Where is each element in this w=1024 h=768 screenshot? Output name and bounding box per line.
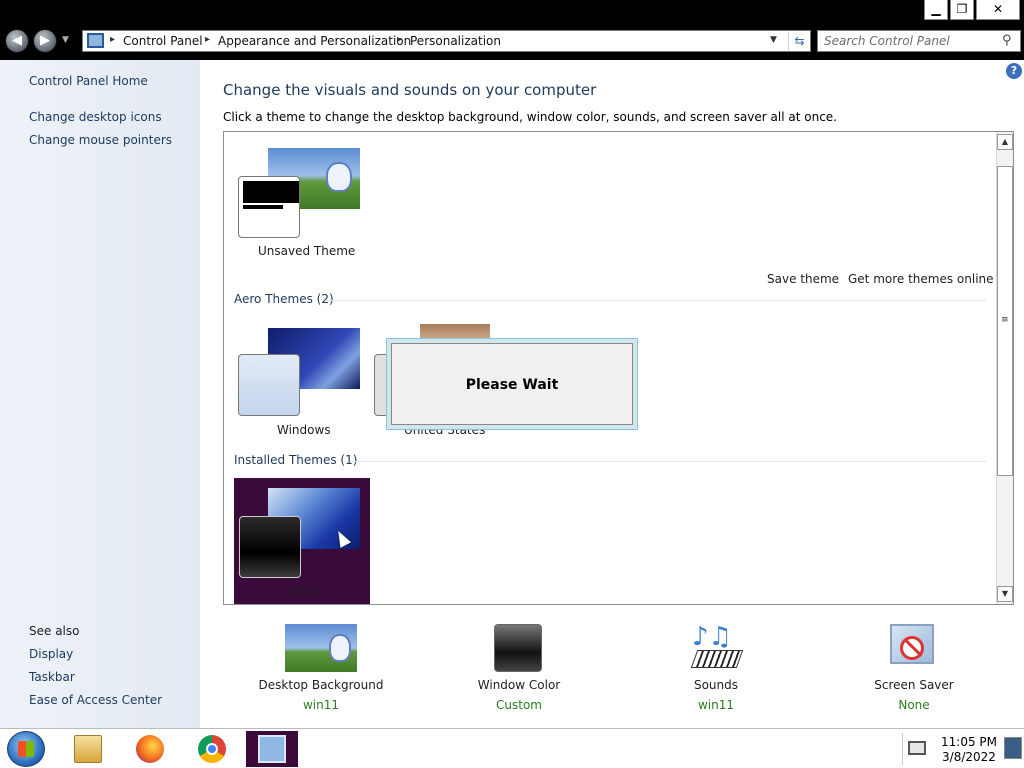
- theme-color-swatch: [239, 516, 301, 578]
- aero-themes-heading: Aero Themes (2): [234, 292, 334, 306]
- screen-saver-icon: [890, 624, 934, 664]
- search-input[interactable]: [824, 34, 994, 48]
- change-desktop-icons-link[interactable]: Change desktop icons: [29, 110, 162, 124]
- show-desktop-button[interactable]: [1004, 737, 1022, 759]
- page-subtitle: Click a theme to change the desktop back…: [223, 110, 837, 124]
- forward-button[interactable]: ▶: [33, 29, 57, 53]
- taskbar-control-panel-button[interactable]: [246, 731, 298, 767]
- back-button[interactable]: ◀: [5, 29, 29, 53]
- please-wait-text: Please Wait: [465, 377, 559, 393]
- firefox-icon: [136, 735, 164, 763]
- clock-time[interactable]: 11:05 PM: [938, 735, 1000, 749]
- address-bar[interactable]: ▸ Control Panel ▸ Appearance and Persona…: [82, 30, 811, 52]
- window-color-label: Window Color: [477, 678, 561, 692]
- theme-list-scrollbar[interactable]: ▲ ≡ ▼: [996, 132, 1013, 604]
- sounds-value[interactable]: win11: [641, 698, 791, 712]
- scroll-up-button[interactable]: ▲: [997, 134, 1013, 150]
- refresh-icon: ⇆: [794, 34, 805, 48]
- help-icon[interactable]: ?: [1006, 63, 1022, 79]
- breadcrumb-separator-icon[interactable]: ▸: [205, 34, 210, 45]
- screen-saver-label: Screen Saver: [874, 678, 954, 692]
- refresh-button[interactable]: ⇆: [788, 32, 810, 50]
- address-row: ◀ ▶ ▼ ▸ Control Panel ▸ Appearance and P…: [0, 22, 1024, 60]
- desktop-background-icon: [285, 624, 357, 672]
- installed-themes-heading: Installed Themes (1): [234, 453, 358, 467]
- network-icon[interactable]: [908, 741, 926, 755]
- anime-character-image: [329, 634, 351, 662]
- control-panel-icon: [258, 735, 286, 763]
- breadcrumb-separator-icon[interactable]: ▸: [397, 34, 402, 45]
- address-dropdown-icon[interactable]: ▼: [770, 35, 777, 45]
- maximize-button[interactable]: ❐: [950, 0, 974, 20]
- display-link[interactable]: Display: [29, 647, 73, 661]
- start-button[interactable]: [7, 731, 45, 767]
- sidebar: Control Panel Home Change desktop icons …: [0, 60, 200, 728]
- save-theme-link[interactable]: Save theme: [767, 272, 839, 286]
- please-wait-dialog: Please Wait: [386, 338, 638, 430]
- forward-arrow-icon: ▶: [40, 33, 50, 48]
- recent-pages-dropdown[interactable]: ▼: [62, 35, 69, 45]
- breadcrumb-appearance[interactable]: Appearance and Personalization: [218, 34, 411, 48]
- taskbar-explorer-button[interactable]: [62, 731, 114, 767]
- see-also-heading: See also: [29, 624, 80, 638]
- minimize-button[interactable]: ▁: [924, 0, 948, 20]
- ease-of-access-link[interactable]: Ease of Access Center: [29, 693, 162, 707]
- breadcrumb-personalization[interactable]: Personalization: [410, 34, 501, 48]
- tray-divider: [902, 733, 903, 765]
- scroll-grip-icon: ≡: [1001, 315, 1009, 325]
- change-mouse-pointers-link[interactable]: Change mouse pointers: [29, 133, 172, 147]
- control-panel-home-link[interactable]: Control Panel Home: [29, 74, 148, 88]
- desktop-background-value[interactable]: win11: [246, 698, 396, 712]
- anime-character-image: [326, 162, 352, 192]
- close-button[interactable]: ✕: [976, 0, 1020, 20]
- breadcrumb-separator-icon[interactable]: ▸: [110, 34, 115, 45]
- windows-logo-icon: [18, 741, 34, 757]
- title-bar: ▁ ❐ ✕: [0, 0, 1024, 22]
- folder-icon: [74, 735, 102, 763]
- breadcrumb-control-panel[interactable]: Control Panel: [123, 34, 203, 48]
- theme-label: win11: [286, 584, 323, 598]
- taskbar-chrome-button[interactable]: [186, 731, 238, 767]
- please-wait-panel: Please Wait: [391, 343, 633, 425]
- section-divider: [326, 300, 986, 301]
- taskbar: 11:05 PM 3/8/2022: [0, 728, 1024, 768]
- page-title: Change the visuals and sounds on your co…: [223, 81, 597, 99]
- theme-color-swatch: [238, 176, 300, 238]
- desktop-background-label: Desktop Background: [258, 678, 384, 692]
- control-panel-icon: [87, 33, 104, 48]
- taskbar-firefox-button[interactable]: [124, 731, 176, 767]
- scroll-down-button[interactable]: ▼: [997, 586, 1013, 602]
- theme-color-swatch: [238, 354, 300, 416]
- screen-saver-value[interactable]: None: [839, 698, 989, 712]
- search-icon[interactable]: ⚲: [1002, 33, 1012, 48]
- get-more-themes-link[interactable]: Get more themes online: [848, 272, 994, 286]
- sounds-label: Sounds: [693, 678, 739, 692]
- back-arrow-icon: ◀: [12, 33, 22, 48]
- section-divider: [350, 461, 986, 462]
- theme-label: Unsaved Theme: [258, 244, 356, 258]
- taskbar-link[interactable]: Taskbar: [29, 670, 75, 684]
- chrome-icon: [198, 735, 226, 763]
- theme-label: Windows: [277, 423, 331, 437]
- window-color-value[interactable]: Custom: [444, 698, 594, 712]
- search-box[interactable]: ⚲: [817, 30, 1021, 52]
- clock-date[interactable]: 3/8/2022: [938, 750, 1000, 764]
- window-color-icon: [494, 624, 542, 672]
- scroll-thumb[interactable]: ≡: [997, 166, 1013, 476]
- piano-keys-icon: [690, 650, 744, 668]
